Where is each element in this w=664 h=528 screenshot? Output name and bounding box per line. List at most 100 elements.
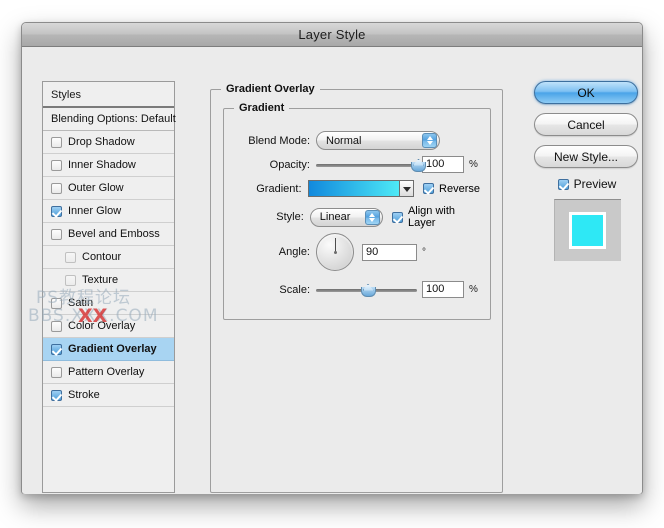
styles-list-panel: Styles Blending Options: Default Drop Sh… bbox=[42, 81, 176, 493]
chevron-updown-icon[interactable] bbox=[364, 209, 380, 225]
blend-mode-value: Normal bbox=[326, 134, 362, 147]
styles-item-label: Gradient Overlay bbox=[68, 342, 157, 355]
styles-list-rows: Drop Shadow Inner Shadow Outer Glow Inner G… bbox=[43, 131, 174, 407]
styles-item-checkbox[interactable] bbox=[51, 320, 62, 332]
new-style-button[interactable]: New Style... bbox=[534, 145, 638, 168]
styles-item-pattern-overlay[interactable]: Pattern Overlay bbox=[43, 361, 174, 384]
dialog-buttons: OK Cancel New Style... Preview bbox=[534, 81, 640, 261]
gradient-overlay-group: Gradient Overlay Gradient Blend Mode: No… bbox=[210, 83, 503, 493]
opacity-row: Opacity: 100 % bbox=[224, 156, 480, 173]
gradient-group: Gradient Blend Mode: Normal Opacity: 100… bbox=[223, 102, 491, 320]
layer-style-dialog: Layer Style Styles Blending Options: Def… bbox=[21, 22, 643, 494]
style-row: Style: Linear Align with Layer bbox=[224, 205, 480, 229]
styles-item-checkbox[interactable] bbox=[51, 136, 62, 148]
styles-item-checkbox[interactable] bbox=[65, 251, 76, 263]
angle-unit: ° bbox=[422, 246, 426, 258]
angle-input[interactable]: 90 bbox=[362, 243, 417, 261]
styles-item-label: Bevel and Emboss bbox=[68, 227, 160, 240]
styles-item-drop-shadow[interactable]: Drop Shadow bbox=[43, 131, 174, 154]
styles-item-label: Stroke bbox=[68, 388, 100, 401]
styles-item-checkbox[interactable] bbox=[51, 159, 62, 171]
scale-unit: % bbox=[469, 284, 478, 295]
styles-item-label: Texture bbox=[82, 273, 119, 286]
dialog-body: Styles Blending Options: Default Drop Sh… bbox=[22, 47, 642, 494]
styles-item-checkbox[interactable] bbox=[51, 228, 62, 240]
opacity-slider[interactable] bbox=[316, 158, 426, 172]
styles-item-label: Outer Glow bbox=[68, 181, 124, 194]
styles-item-inner-shadow[interactable]: Inner Shadow bbox=[43, 154, 174, 177]
styles-item-stroke[interactable]: Stroke bbox=[43, 384, 174, 407]
screen: Layer Style Styles Blending Options: Def… bbox=[0, 0, 664, 528]
opacity-slider-knob[interactable] bbox=[411, 159, 426, 172]
blend-mode-label: Blend Mode: bbox=[248, 134, 310, 147]
styles-item-label: Contour bbox=[82, 250, 122, 263]
scale-slider[interactable] bbox=[316, 283, 417, 297]
styles-item-color-overlay[interactable]: Color Overlay bbox=[43, 315, 174, 338]
angle-dial-hub bbox=[333, 250, 337, 254]
scale-label: Scale: bbox=[279, 283, 310, 296]
styles-item-checkbox[interactable] bbox=[65, 274, 76, 286]
styles-item-contour[interactable]: Contour bbox=[43, 246, 174, 269]
preview-checkbox[interactable] bbox=[557, 178, 569, 190]
opacity-input[interactable]: 100 bbox=[422, 156, 464, 173]
preview-toggle-row: Preview bbox=[534, 177, 640, 191]
styles-item-outer-glow[interactable]: Outer Glow bbox=[43, 177, 174, 200]
scale-value: 100 bbox=[426, 283, 445, 295]
blend-mode-select[interactable]: Normal bbox=[316, 131, 440, 150]
styles-item-label: Blending Options: Default bbox=[51, 112, 176, 125]
opacity-value: 100 bbox=[426, 158, 445, 170]
styles-item-checkbox[interactable] bbox=[51, 182, 62, 194]
styles-item-blending-options[interactable]: Blending Options: Default bbox=[43, 108, 176, 131]
style-label: Style: bbox=[276, 211, 304, 223]
reverse-label: Reverse bbox=[439, 182, 480, 195]
styles-item-checkbox[interactable] bbox=[51, 205, 62, 217]
cancel-button[interactable]: Cancel bbox=[534, 113, 638, 136]
style-select[interactable]: Linear bbox=[309, 207, 383, 227]
scale-slider-knob[interactable] bbox=[360, 284, 376, 297]
styles-list-header: Styles bbox=[43, 82, 174, 108]
ok-button[interactable]: OK bbox=[534, 81, 638, 104]
styles-item-checkbox[interactable] bbox=[51, 297, 62, 309]
styles-item-bevel-and-emboss[interactable]: Bevel and Emboss bbox=[43, 223, 174, 246]
gradient-row: Gradient: Reverse bbox=[224, 180, 480, 197]
styles-item-checkbox[interactable] bbox=[51, 389, 62, 401]
gradient-overlay-panel: Gradient Overlay Gradient Blend Mode: No… bbox=[190, 81, 503, 493]
opacity-label: Opacity: bbox=[269, 158, 310, 171]
styles-item-checkbox[interactable] bbox=[51, 366, 62, 378]
preview-swatch bbox=[569, 212, 606, 249]
styles-item-texture[interactable]: Texture bbox=[43, 269, 174, 292]
chevron-down-icon[interactable] bbox=[399, 181, 414, 196]
styles-item-inner-glow[interactable]: Inner Glow bbox=[43, 200, 174, 223]
dialog-title: Layer Style bbox=[298, 27, 366, 42]
gradient-picker[interactable] bbox=[307, 180, 415, 197]
gradient-overlay-group-title: Gradient Overlay bbox=[221, 83, 320, 95]
scale-input[interactable]: 100 bbox=[422, 281, 464, 298]
chevron-updown-icon[interactable] bbox=[422, 133, 437, 148]
scale-row: Scale: 100 % bbox=[224, 281, 480, 298]
reverse-checkbox[interactable] bbox=[423, 183, 435, 194]
styles-item-checkbox[interactable] bbox=[51, 343, 62, 355]
styles-item-label: Drop Shadow bbox=[68, 135, 135, 148]
opacity-slider-track bbox=[316, 163, 417, 167]
align-with-layer-label: Align with Layer bbox=[407, 205, 456, 229]
styles-item-satin[interactable]: Satin bbox=[43, 292, 174, 315]
angle-value: 90 bbox=[366, 245, 379, 258]
gradient-group-title: Gradient bbox=[234, 102, 290, 114]
styles-item-label: Satin bbox=[68, 296, 94, 309]
angle-row: Angle: 90 ° bbox=[224, 233, 480, 271]
align-with-layer-checkbox[interactable] bbox=[391, 211, 403, 223]
styles-item-label: Color Overlay bbox=[68, 319, 136, 332]
dialog-titlebar[interactable]: Layer Style bbox=[22, 23, 642, 47]
styles-item-label: Pattern Overlay bbox=[68, 365, 145, 378]
styles-item-label: Inner Shadow bbox=[68, 158, 136, 171]
styles-item-label: Inner Glow bbox=[68, 204, 122, 217]
angle-label: Angle: bbox=[278, 246, 310, 258]
angle-dial[interactable] bbox=[316, 233, 354, 271]
preview-label: Preview bbox=[573, 177, 617, 191]
style-value: Linear bbox=[319, 211, 351, 223]
styles-item-gradient-overlay[interactable]: Gradient Overlay bbox=[43, 338, 174, 361]
blend-mode-row: Blend Mode: Normal bbox=[224, 131, 480, 150]
gradient-preview-bar[interactable] bbox=[308, 181, 400, 196]
gradient-label: Gradient: bbox=[256, 182, 302, 195]
preview-thumbnail bbox=[553, 199, 621, 261]
